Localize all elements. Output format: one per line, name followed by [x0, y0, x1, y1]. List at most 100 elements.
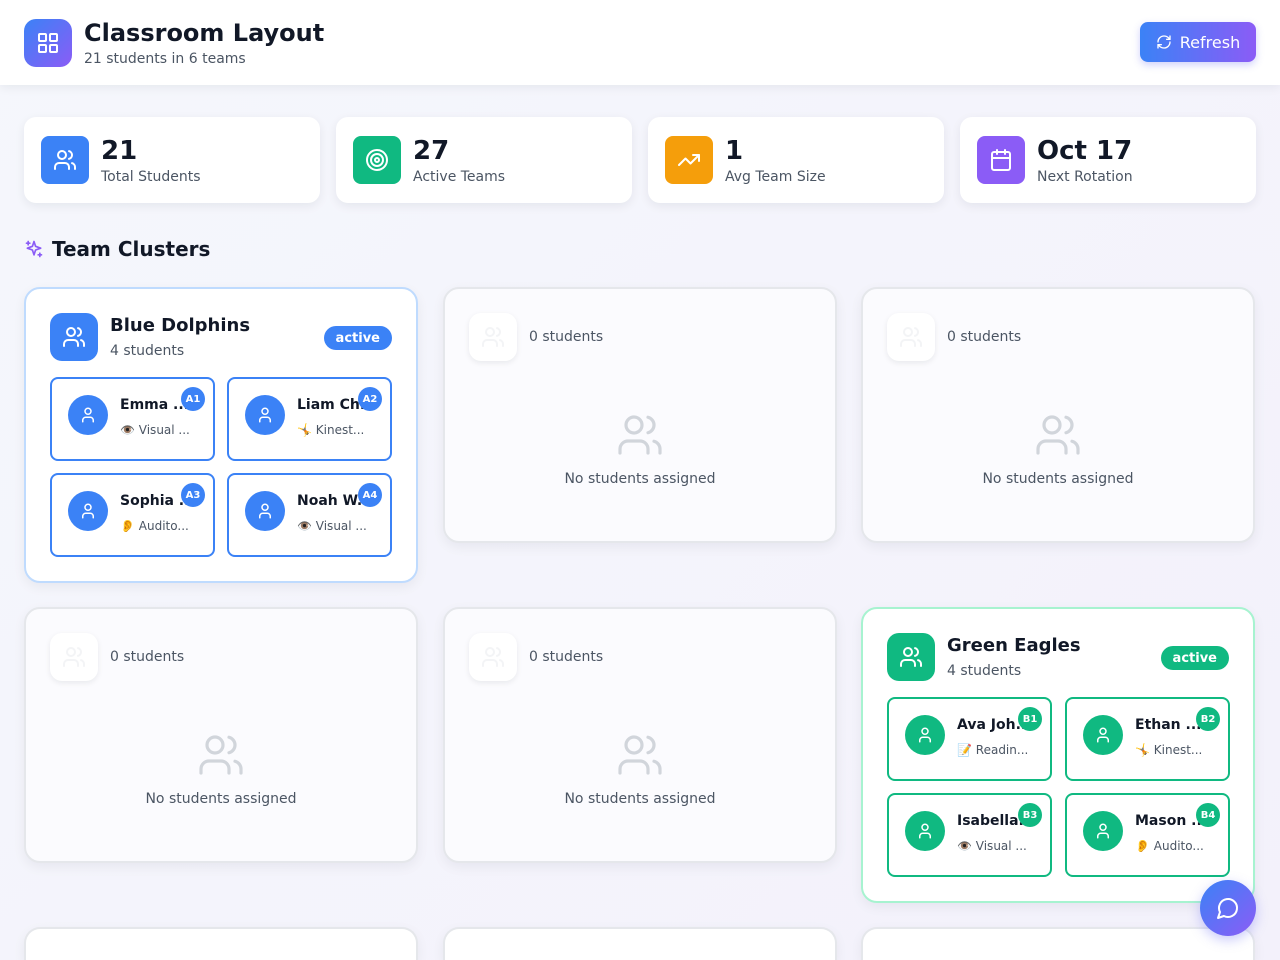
learning-style: 👂 Audito... [1135, 839, 1204, 853]
team-card-partial[interactable] [861, 927, 1255, 960]
learning-style: 👂 Audito... [120, 519, 189, 533]
team-card-empty[interactable]: 0 students No students assigned [24, 607, 418, 863]
student-card[interactable]: Sophia ... 👂 Audito... A3 [50, 473, 215, 557]
empty-message: No students assigned [564, 471, 716, 487]
learning-style: 🤸 Kinest... [297, 423, 365, 437]
section-title: Team Clusters [52, 237, 211, 261]
sparkles-icon [25, 240, 43, 258]
stat-label: Next Rotation [1037, 168, 1133, 185]
seat-badge: B1 [1018, 707, 1042, 731]
learning-style: 👁️ Visual ... [957, 839, 1027, 853]
team-card-empty[interactable]: 0 students No students assigned [443, 607, 837, 863]
user-icon [905, 811, 945, 851]
users-icon [887, 313, 935, 361]
refresh-icon [1157, 35, 1171, 49]
refresh-label: Refresh [1179, 32, 1241, 52]
team-card-empty[interactable]: 0 students No students assigned [443, 287, 837, 543]
users-icon [1036, 415, 1080, 455]
student-card[interactable]: Ethan ... 🤸 Kinest... B2 [1065, 697, 1230, 781]
stat-avg-team-size: 1 Avg Team Size [648, 117, 944, 203]
stat-label: Active Teams [413, 168, 506, 185]
student-card[interactable]: Noah W... 👁️ Visual ... A4 [227, 473, 392, 557]
learning-style: 🤸 Kinest... [1135, 743, 1203, 757]
empty-state: No students assigned [863, 411, 1253, 487]
learning-style: 👁️ Visual ... [297, 519, 367, 533]
seat-badge: B2 [1196, 707, 1220, 731]
learning-style-icon: 🤸 [1135, 743, 1150, 757]
seat-badge: A1 [181, 387, 205, 411]
team-count: 0 students [947, 329, 1022, 345]
empty-message: No students assigned [564, 791, 716, 807]
stat-next-rotation: Oct 17 Next Rotation [960, 117, 1256, 203]
user-icon [68, 491, 108, 531]
learning-style-icon: 👁️ [297, 519, 312, 533]
seat-badge: A4 [358, 483, 382, 507]
stat-active-teams: 27 Active Teams [336, 117, 632, 203]
page-title: Classroom Layout [84, 19, 325, 47]
user-icon [1083, 811, 1123, 851]
user-icon [245, 491, 285, 531]
team-count: 4 students [947, 663, 1022, 679]
seat-badge: B3 [1018, 803, 1042, 827]
team-count: 0 students [529, 649, 604, 665]
seat-badge: A3 [181, 483, 205, 507]
learning-style-icon: 👁️ [120, 423, 135, 437]
users-icon [618, 415, 662, 455]
team-card-partial[interactable] [24, 927, 418, 960]
users-icon [887, 633, 935, 681]
team-card-partial[interactable] [443, 927, 837, 960]
team-card-empty[interactable]: 0 students No students assigned [861, 287, 1255, 543]
stat-total-students: 21 Total Students [24, 117, 320, 203]
calendar-icon [977, 136, 1025, 184]
trending-up-icon [665, 136, 713, 184]
users-icon [41, 136, 89, 184]
user-icon [1083, 715, 1123, 755]
stat-value: Oct 17 [1037, 135, 1133, 166]
student-card[interactable]: Isabella... 👁️ Visual ... B3 [887, 793, 1052, 877]
stat-value: 21 [101, 135, 138, 166]
chat-button[interactable] [1200, 880, 1256, 936]
empty-message: No students assigned [982, 471, 1134, 487]
learning-style-icon: 👁️ [957, 839, 972, 853]
team-count: 4 students [110, 343, 185, 359]
team-card-green-eagles[interactable]: Green Eagles 4 students active Ava Joh..… [861, 607, 1255, 903]
empty-state: No students assigned [445, 731, 835, 807]
student-card[interactable]: Mason ... 👂 Audito... B4 [1065, 793, 1230, 877]
team-name: Green Eagles [947, 635, 1081, 656]
learning-style-icon: 👂 [1135, 839, 1150, 853]
user-icon [245, 395, 285, 435]
empty-state: No students assigned [445, 411, 835, 487]
stat-value: 27 [413, 135, 450, 166]
users-icon [199, 735, 243, 775]
page-subtitle: 21 students in 6 teams [84, 51, 246, 67]
users-icon [50, 313, 98, 361]
target-icon [353, 136, 401, 184]
stat-label: Total Students [101, 168, 201, 185]
refresh-button[interactable]: Refresh [1140, 22, 1256, 62]
users-icon [469, 313, 517, 361]
team-card-blue-dolphins[interactable]: Blue Dolphins 4 students active Emma ...… [24, 287, 418, 583]
learning-style-icon: 📝 [957, 743, 972, 757]
grid-icon [24, 18, 72, 67]
student-card[interactable]: Ava Joh... 📝 Readin... B1 [887, 697, 1052, 781]
empty-message: No students assigned [145, 791, 297, 807]
user-icon [68, 395, 108, 435]
users-icon [618, 735, 662, 775]
student-card[interactable]: Emma ... 👁️ Visual ... A1 [50, 377, 215, 461]
status-badge: active [323, 326, 392, 350]
users-icon [469, 633, 517, 681]
team-count: 0 students [110, 649, 185, 665]
app-header: Classroom Layout 21 students in 6 teams … [0, 0, 1280, 85]
learning-style: 👁️ Visual ... [120, 423, 190, 437]
status-badge: active [1160, 646, 1229, 670]
user-icon [905, 715, 945, 755]
stat-value: 1 [725, 135, 744, 166]
message-circle-icon [1217, 898, 1238, 919]
learning-style-icon: 👂 [120, 519, 135, 533]
learning-style-icon: 🤸 [297, 423, 312, 437]
users-icon [50, 633, 98, 681]
stat-label: Avg Team Size [725, 168, 826, 185]
seat-badge: A2 [358, 387, 382, 411]
student-card[interactable]: Liam Ch... 🤸 Kinest... A2 [227, 377, 392, 461]
section-header: Team Clusters [24, 237, 210, 261]
